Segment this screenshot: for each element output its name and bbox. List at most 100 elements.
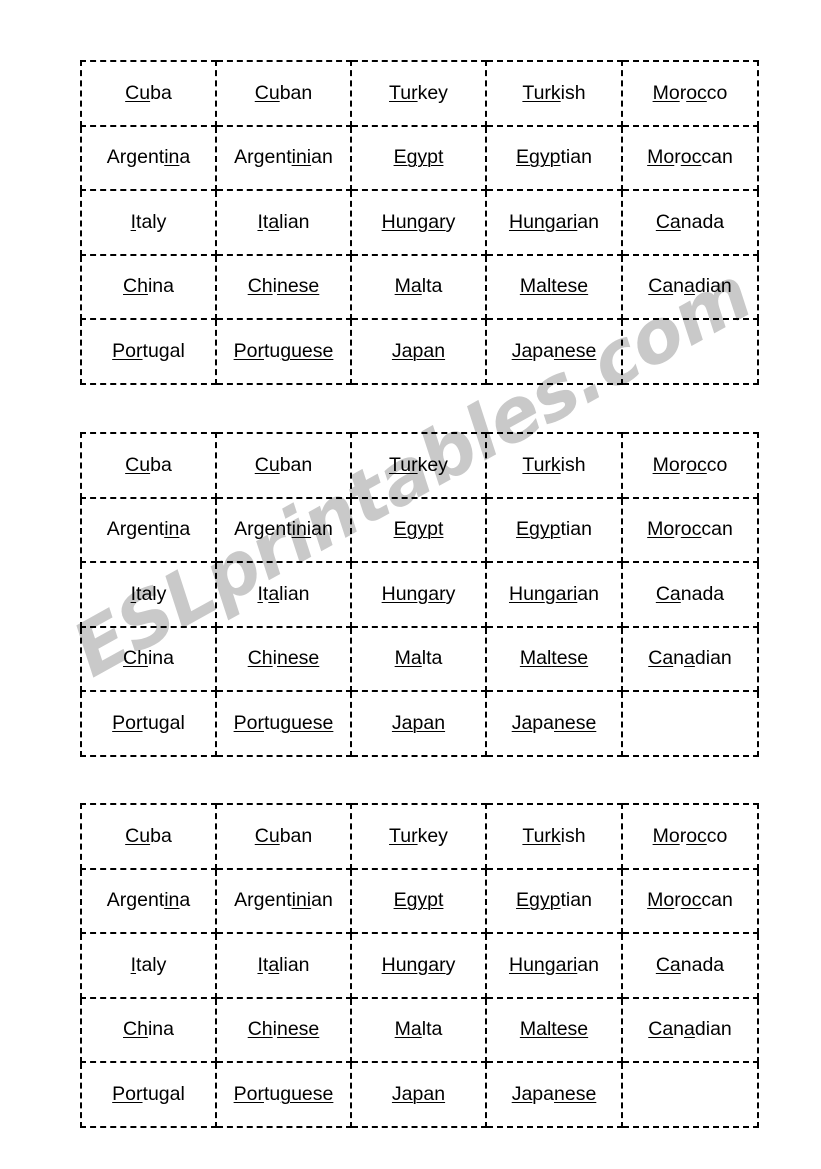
card-cell[interactable]: Portuguese xyxy=(215,1061,352,1128)
card-cell[interactable]: Chinese xyxy=(215,625,352,692)
plain-segment: lian xyxy=(279,582,310,605)
card-cell[interactable]: Japanese xyxy=(485,318,623,385)
card-cell[interactable]: Canadian xyxy=(621,625,759,692)
card-cell[interactable]: Egyptian xyxy=(485,496,623,563)
table-row: Portugal Portuguese Japan Japanese xyxy=(80,1061,759,1128)
underlined-segment: Ma xyxy=(394,275,422,298)
card-cell[interactable]: China xyxy=(80,253,217,320)
plain-segment: co xyxy=(706,824,728,847)
card-cell[interactable]: Japan xyxy=(350,690,487,757)
card-cell[interactable]: Portugal xyxy=(80,1061,217,1128)
card-cell[interactable]: Cuban xyxy=(215,432,352,499)
underlined-segment: Hun xyxy=(381,953,418,976)
card-cell[interactable]: Malta xyxy=(350,625,487,692)
card-cell[interactable]: Turkish xyxy=(485,803,623,870)
card-cell[interactable]: Portugal xyxy=(80,318,217,385)
card-cell[interactable]: Portuguese xyxy=(215,318,352,385)
card-cell[interactable]: Hungary xyxy=(350,561,487,628)
card-word: Cuba xyxy=(125,825,172,848)
card-word: Argentinian xyxy=(234,146,333,169)
card-cell[interactable]: Japan xyxy=(350,318,487,385)
card-cell[interactable]: Cuban xyxy=(215,60,352,127)
card-cell[interactable]: Egypt xyxy=(350,867,487,934)
table-row: Italy Italian Hungary Hungarian Canada xyxy=(80,189,759,256)
card-word: Hungary xyxy=(382,211,456,234)
card-cell[interactable]: Malta xyxy=(350,996,487,1063)
card-cell[interactable]: Argentina xyxy=(80,496,217,563)
card-word: Egypt xyxy=(394,518,444,541)
card-cell[interactable]: Egypt xyxy=(350,496,487,563)
plain-segment: ish xyxy=(560,824,586,847)
card-cell[interactable]: Argentinian xyxy=(215,867,352,934)
underlined-segment: Ca xyxy=(655,582,681,605)
card-cell[interactable]: Moroccan xyxy=(621,867,759,934)
card-cell[interactable]: Hungarian xyxy=(485,561,623,628)
card-cell[interactable]: Maltese xyxy=(485,996,623,1063)
card-cell[interactable]: Portuguese xyxy=(215,690,352,757)
card-word: Morocco xyxy=(653,454,728,477)
card-cell[interactable]: Argentina xyxy=(80,124,217,191)
card-cell[interactable]: Cuban xyxy=(215,803,352,870)
card-cell[interactable]: Italy xyxy=(80,561,217,628)
card-cell[interactable]: Portugal xyxy=(80,690,217,757)
underlined-segment: ari xyxy=(555,582,578,605)
card-cell[interactable]: Maltese xyxy=(485,253,623,320)
card-cell[interactable]: Morocco xyxy=(621,803,759,870)
card-cell[interactable]: Japanese xyxy=(485,1061,623,1128)
card-cell[interactable]: Chinese xyxy=(215,996,352,1063)
card-cell[interactable]: Turkish xyxy=(485,432,623,499)
card-cell[interactable]: Italian xyxy=(215,932,352,999)
card-cell[interactable]: Hungary xyxy=(350,932,487,999)
card-cell[interactable]: Canada xyxy=(621,189,759,256)
card-cell[interactable]: Hungarian xyxy=(485,189,623,256)
card-cell[interactable]: Cuba xyxy=(80,60,217,127)
card-cell[interactable]: Cuba xyxy=(80,432,217,499)
plain-segment: g xyxy=(417,210,429,233)
card-cell-empty[interactable] xyxy=(621,1061,759,1128)
card-cell[interactable]: Canadian xyxy=(621,253,759,320)
card-cell-empty[interactable] xyxy=(621,690,759,757)
underlined-segment: Turk xyxy=(522,453,561,476)
card-cell[interactable]: Egypt xyxy=(350,124,487,191)
card-word: Japan xyxy=(392,712,445,735)
underlined-segment: Por xyxy=(233,339,264,362)
card-cell[interactable]: China xyxy=(80,996,217,1063)
card-cell[interactable]: Canadian xyxy=(621,996,759,1063)
underlined-segment: ini xyxy=(291,889,312,912)
card-cell[interactable]: Italian xyxy=(215,561,352,628)
card-cell[interactable]: Egyptian xyxy=(485,867,623,934)
card-cell[interactable]: Italy xyxy=(80,932,217,999)
card-cell[interactable]: China xyxy=(80,625,217,692)
plain-segment: Argent xyxy=(106,889,165,912)
card-cell[interactable]: Maltese xyxy=(485,625,623,692)
card-word: Canada xyxy=(656,954,724,977)
card-cell[interactable]: Argentina xyxy=(80,867,217,934)
card-cell[interactable]: Hungarian xyxy=(485,932,623,999)
card-cell[interactable]: Moroccan xyxy=(621,124,759,191)
card-cell[interactable]: Canada xyxy=(621,561,759,628)
card-cell[interactable]: Cuba xyxy=(80,803,217,870)
card-cell[interactable]: Turkey xyxy=(350,432,487,499)
card-cell[interactable]: Italian xyxy=(215,189,352,256)
card-cell[interactable]: Italy xyxy=(80,189,217,256)
card-cell[interactable]: Morocco xyxy=(621,60,759,127)
card-cell[interactable]: Argentinian xyxy=(215,496,352,563)
card-cell[interactable]: Canada xyxy=(621,932,759,999)
card-cell[interactable]: Morocco xyxy=(621,432,759,499)
plain-segment: ina xyxy=(147,1018,174,1041)
card-cell[interactable]: Moroccan xyxy=(621,496,759,563)
card-cell[interactable]: Japan xyxy=(350,1061,487,1128)
card-cell[interactable]: Chinese xyxy=(215,253,352,320)
card-cell[interactable]: Turkey xyxy=(350,803,487,870)
card-cell[interactable]: Argentinian xyxy=(215,124,352,191)
card-cell[interactable]: Japanese xyxy=(485,690,623,757)
card-cell[interactable]: Turkish xyxy=(485,60,623,127)
card-cell-empty[interactable] xyxy=(621,318,759,385)
card-word: Egypt xyxy=(394,889,444,912)
underlined-segment: Ja xyxy=(511,1082,533,1105)
card-cell[interactable]: Hungary xyxy=(350,189,487,256)
card-cell[interactable]: Malta xyxy=(350,253,487,320)
underlined-segment: Mo xyxy=(652,824,680,847)
card-cell[interactable]: Egyptian xyxy=(485,124,623,191)
card-cell[interactable]: Turkey xyxy=(350,60,487,127)
